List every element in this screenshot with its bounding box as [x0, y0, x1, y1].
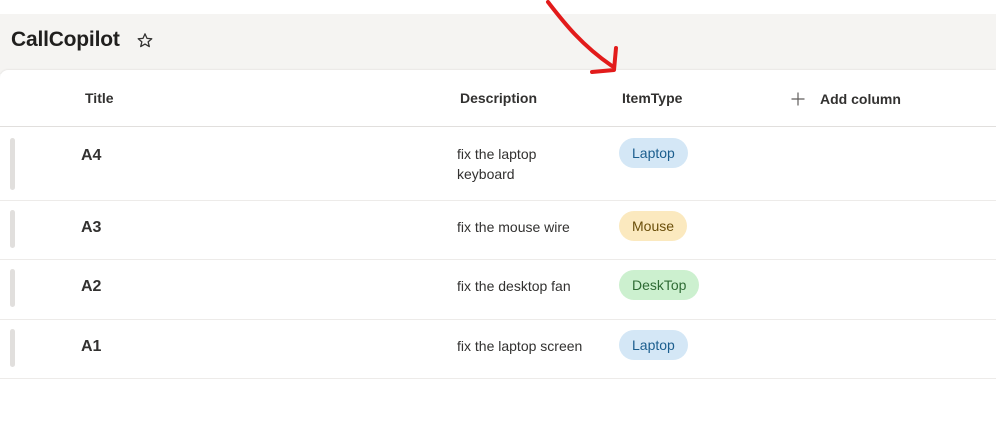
- row-description: fix the mouse wire: [457, 219, 570, 235]
- row-select-handle[interactable]: [10, 329, 15, 367]
- row-select-handle[interactable]: [10, 138, 15, 190]
- itemtype-pill[interactable]: Laptop: [619, 138, 688, 168]
- list-row[interactable]: A3 fix the mouse wire Mouse: [0, 201, 996, 260]
- plus-icon: [791, 92, 805, 106]
- column-header-itemtype[interactable]: ItemType: [622, 90, 682, 106]
- row-title[interactable]: A1: [81, 338, 101, 356]
- row-title[interactable]: A2: [81, 278, 101, 296]
- itemtype-pill[interactable]: Mouse: [619, 211, 688, 241]
- add-column-label: Add column: [820, 91, 901, 107]
- row-select-handle[interactable]: [10, 269, 15, 307]
- page-title: CallCopilot: [11, 28, 120, 51]
- row-description: fix the laptop screen: [457, 338, 583, 354]
- list-row[interactable]: A1 fix the laptop screen Laptop: [0, 320, 996, 379]
- row-description: fix the laptop keyboard: [457, 146, 537, 182]
- list-row[interactable]: A4 fix the laptop keyboard Laptop: [0, 127, 996, 201]
- add-column-button[interactable]: Add column: [790, 88, 901, 110]
- itemtype-pill[interactable]: DeskTop: [619, 270, 700, 300]
- list-row[interactable]: A2 fix the desktop fan DeskTop: [0, 260, 996, 320]
- row-description: fix the desktop fan: [457, 278, 571, 294]
- star-icon[interactable]: [134, 30, 156, 52]
- column-header-title[interactable]: Title: [85, 90, 114, 106]
- column-header-description[interactable]: Description: [460, 90, 537, 106]
- list-page: CallCopilot Title Description ItemType A…: [0, 0, 996, 445]
- row-select-handle[interactable]: [10, 210, 15, 248]
- itemtype-pill[interactable]: Laptop: [619, 330, 688, 360]
- row-title[interactable]: A3: [81, 219, 101, 237]
- row-title[interactable]: A4: [81, 147, 101, 165]
